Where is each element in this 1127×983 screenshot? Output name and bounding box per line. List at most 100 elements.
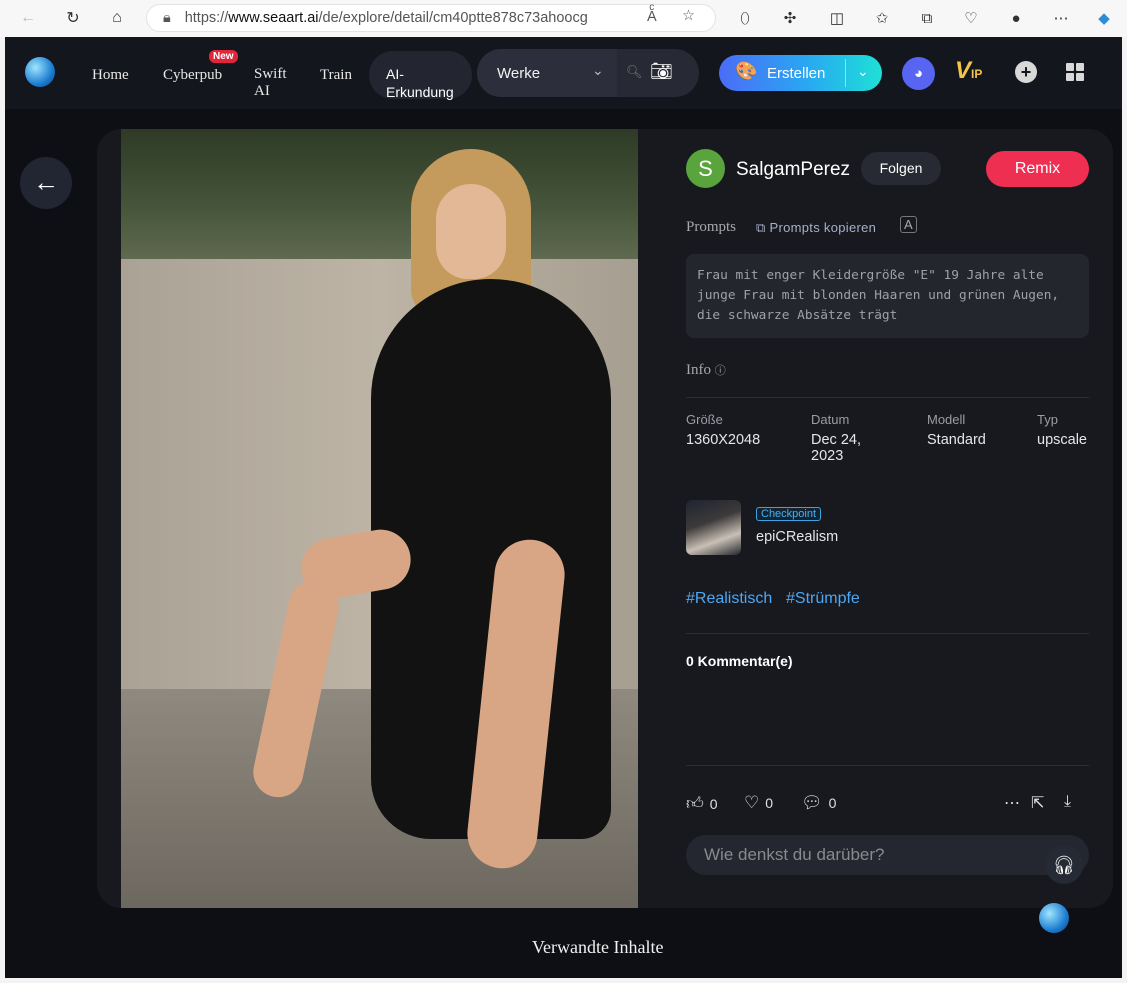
divider	[686, 765, 1089, 766]
info-title-label: Info	[686, 362, 711, 378]
profile-icon[interactable]: ●	[1005, 7, 1027, 29]
create-divider	[845, 59, 846, 87]
comment-input[interactable]	[686, 835, 1089, 875]
like-button[interactable]: 👍︎ 0	[686, 793, 718, 814]
comment-icon: 💬︎	[801, 793, 823, 812]
extensions-icon[interactable]: ✣	[779, 7, 801, 29]
related-content-title: Verwandte Inhalte	[532, 937, 664, 957]
nav-swift-line2: AI	[254, 83, 270, 99]
reload-icon[interactable]: ↻	[62, 7, 84, 29]
nav-ai-explore-line2: Erkundung	[386, 84, 454, 100]
image-face	[436, 184, 506, 279]
prompts-title: Prompts	[686, 219, 737, 235]
translate-icon[interactable]: A	[900, 216, 917, 233]
date-line1: Dec 24,	[811, 432, 861, 448]
nav-home[interactable]: Home	[92, 67, 129, 84]
favorite-button[interactable]: ♡ 0	[744, 793, 773, 813]
prompt-text: Frau mit enger Kleidergröße "E" 19 Jahre…	[686, 254, 1089, 338]
tag-struempfe[interactable]: #Strümpfe	[786, 590, 860, 608]
nav-train[interactable]: Train	[320, 67, 352, 84]
performance-icon[interactable]: ♡	[960, 7, 982, 29]
info-icon[interactable]: ⓘ	[715, 365, 726, 377]
model-thumbnail[interactable]	[686, 500, 741, 555]
type-label: Typ	[1037, 412, 1058, 427]
size-value: 1360X2048	[686, 432, 761, 448]
palette-icon: 🎨	[735, 61, 758, 81]
share-icon[interactable]: ⇱	[1031, 793, 1044, 813]
nav-cyberpub[interactable]: Cyberpub	[163, 67, 222, 84]
date-label: Datum	[811, 412, 850, 427]
browser-back-icon[interactable]: ←	[17, 7, 39, 29]
search-icon[interactable]: 🔍︎	[626, 64, 643, 80]
info-title: Info ⓘ	[686, 362, 726, 379]
nav-swift-ai[interactable]: Swift AI	[254, 66, 287, 100]
follow-button[interactable]: Folgen	[861, 152, 941, 185]
app-window: Home Cyberpub New Swift AI Train AI- Erkun…	[5, 37, 1122, 978]
model-label: Modell	[927, 412, 966, 427]
comment-count: 0	[828, 795, 837, 811]
vip-icon[interactable]: VIP	[955, 57, 982, 85]
apps-grid-icon[interactable]	[1066, 63, 1084, 81]
divider	[686, 633, 1089, 634]
url-domain: www.seaart.ai	[228, 10, 319, 26]
lock-icon: 🔒︎	[163, 10, 171, 26]
divider	[686, 397, 1089, 398]
browser-toolbar: ← ↻ ⌂ 🔒︎ https://www.seaart.ai/de/explor…	[0, 0, 1127, 37]
model-name[interactable]: epiCRealism	[756, 529, 838, 545]
url-path: /de/explore/detail/cm40ptte878c73ahoocg	[318, 10, 588, 26]
copy-prompts-label: Prompts kopieren	[769, 220, 877, 235]
collections-icon[interactable]: ⧉	[916, 7, 938, 29]
nav-ai-explore[interactable]: AI- Erkundung	[369, 51, 472, 100]
create-label: Erstellen	[767, 65, 826, 82]
url-prefix: https://	[184, 10, 229, 26]
detail-card: S SalgamPerez Folgen Remix Prompts ⧉ Pro…	[97, 129, 1113, 908]
remix-button[interactable]: Remix	[986, 151, 1089, 187]
add-icon[interactable]: +	[1015, 61, 1037, 83]
copy-prompts-button[interactable]: ⧉ Prompts kopieren	[756, 220, 876, 236]
model-value: Standard	[927, 432, 986, 448]
discord-icon[interactable]: ◕	[902, 57, 935, 90]
split-screen-icon[interactable]: ◫	[826, 7, 848, 29]
vip-letter: V	[955, 57, 972, 84]
comments-count: 0 Kommentar(e)	[686, 653, 793, 669]
nav-ai-explore-line1: AI-	[386, 66, 404, 82]
size-label: Größe	[686, 412, 723, 427]
create-button[interactable]: 🎨 Erstellen ⌄	[719, 55, 882, 91]
more-options-icon[interactable]: ⋯	[1004, 793, 1020, 813]
seaart-floating-logo[interactable]	[1039, 903, 1069, 933]
seaart-logo[interactable]	[25, 57, 55, 87]
avatar[interactable]: S	[686, 149, 725, 188]
heart-icon: ♡	[744, 793, 760, 812]
shield-icon[interactable]: ⬯	[734, 7, 756, 29]
nav-swift-line1: Swift	[254, 66, 287, 82]
image-foliage	[121, 129, 638, 259]
like-count: 0	[709, 795, 718, 812]
more-menu-icon[interactable]: ⋯	[1050, 7, 1072, 29]
home-icon[interactable]: ⌂	[106, 7, 128, 29]
date-line2: 2023	[811, 448, 844, 464]
favorite-star-icon[interactable]: ☆	[682, 8, 695, 24]
favorite-count: 0	[765, 795, 774, 811]
create-dropdown-icon[interactable]: ⌄	[857, 63, 869, 80]
artwork-image[interactable]	[121, 129, 638, 908]
camera-icon[interactable]: 📷︎	[650, 61, 673, 82]
headset-icon[interactable]: 🎧︎	[1045, 846, 1083, 884]
back-arrow-icon[interactable]: ←	[20, 157, 72, 209]
type-value: upscale	[1037, 432, 1087, 448]
chevron-down-icon[interactable]: ⌄	[592, 62, 604, 79]
checkpoint-badge: Checkpoint	[756, 507, 822, 521]
nav-ai-explore-label: AI- Erkundung	[386, 66, 454, 100]
search-bar[interactable]: Werke ⌄ 🔍︎ 📷︎	[477, 49, 699, 97]
comment-button[interactable]: 💬︎ 0	[801, 793, 836, 813]
favorites-icon[interactable]: ✩	[871, 7, 893, 29]
username[interactable]: SalgamPerez	[736, 159, 850, 181]
address-bar[interactable]: 🔒︎ https://www.seaart.ai/de/explore/deta…	[146, 4, 716, 32]
search-scope-value: Werke	[497, 65, 541, 82]
download-icon[interactable]: ⤓	[1064, 793, 1071, 811]
tag-realistisch[interactable]: #Realistisch	[686, 590, 772, 608]
copilot-icon[interactable]: ◆	[1093, 7, 1115, 29]
read-aloud-icon[interactable]: Aͨ	[647, 9, 657, 25]
top-navigation: Home Cyberpub New Swift AI Train AI- Erkun…	[5, 37, 1122, 109]
thumbs-up-icon: 👍︎	[686, 794, 704, 813]
new-badge: New	[209, 50, 238, 63]
